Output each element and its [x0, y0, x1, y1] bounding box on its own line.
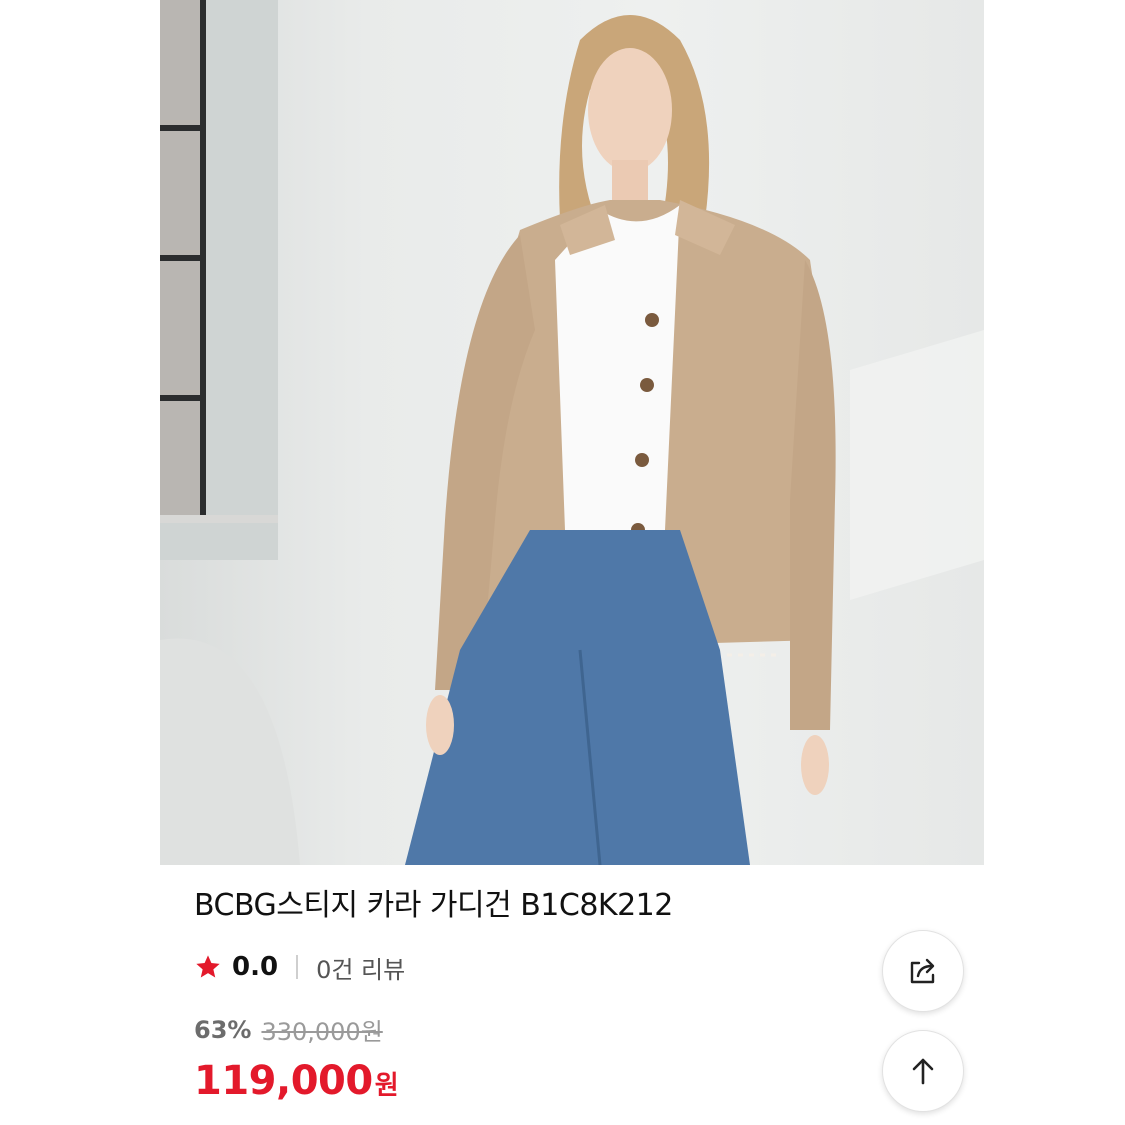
product-photo-illustration	[160, 0, 984, 865]
product-card: BCBG스티지 카라 가디건 B1C8K212 0.0 0건 리뷰 63% 33…	[160, 0, 984, 1125]
product-image[interactable]	[160, 0, 984, 865]
scroll-top-button[interactable]	[882, 1030, 964, 1112]
star-icon	[196, 955, 220, 978]
share-button[interactable]	[882, 930, 964, 1012]
arrow-up-icon	[912, 1058, 934, 1085]
rating-row[interactable]: 0.0 0건 리뷰	[194, 950, 405, 984]
discount-rate: 63%	[194, 1015, 252, 1044]
rating-divider	[296, 955, 299, 979]
product-title[interactable]: BCBG스티지 카라 가디건 B1C8K212	[194, 880, 673, 924]
original-price-row: 63% 330,000원	[194, 1012, 383, 1047]
review-count[interactable]: 0건 리뷰	[316, 950, 405, 985]
original-price: 330,000원	[261, 1018, 383, 1046]
sale-price: 119,000	[194, 1058, 373, 1104]
share-icon	[910, 958, 935, 984]
currency-unit: 원	[374, 1071, 399, 1101]
rating-score: 0.0	[232, 952, 279, 982]
sale-price-row: 119,000 원	[194, 1058, 399, 1104]
